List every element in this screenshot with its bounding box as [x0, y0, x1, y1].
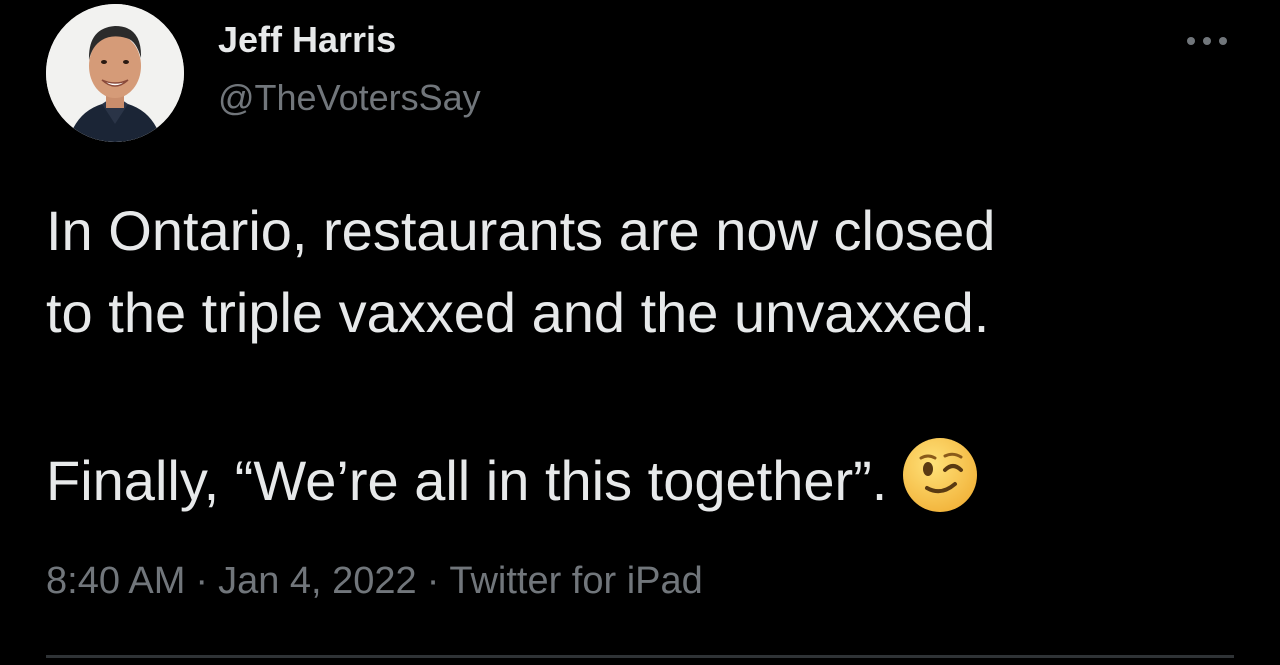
- more-options-button[interactable]: [1180, 24, 1234, 58]
- tweet-meta: 8:40 AM · Jan 4, 2022 · Twitter for iPad: [46, 556, 703, 606]
- meta-separator: ·: [426, 560, 440, 602]
- divider: [46, 655, 1234, 658]
- tweet-text-line: Finally, “We’re all in this together”.: [46, 436, 1226, 536]
- tweet-source[interactable]: Twitter for iPad: [449, 560, 702, 602]
- winking-face-icon: [901, 436, 979, 536]
- tweet-text-line-content: Finally, “We’re all in this together”.: [46, 449, 888, 512]
- tweet-time[interactable]: 8:40 AM: [46, 560, 185, 602]
- author-handle[interactable]: @TheVotersSay: [218, 76, 481, 120]
- author-name[interactable]: Jeff Harris: [218, 18, 396, 62]
- tweet-text-line: to the triple vaxxed and the unvaxxed.: [46, 281, 990, 344]
- more-horizontal-icon: [1187, 37, 1227, 45]
- person-portrait-icon: [46, 4, 184, 142]
- meta-separator: ·: [195, 560, 209, 602]
- tweet-text: In Ontario, restaurants are now closed t…: [46, 190, 1226, 536]
- avatar[interactable]: [46, 4, 184, 142]
- tweet-card: Jeff Harris @TheVotersSay In Ontario, re…: [0, 0, 1280, 665]
- tweet-date[interactable]: Jan 4, 2022: [218, 560, 417, 602]
- tweet-text-line: In Ontario, restaurants are now closed: [46, 199, 996, 262]
